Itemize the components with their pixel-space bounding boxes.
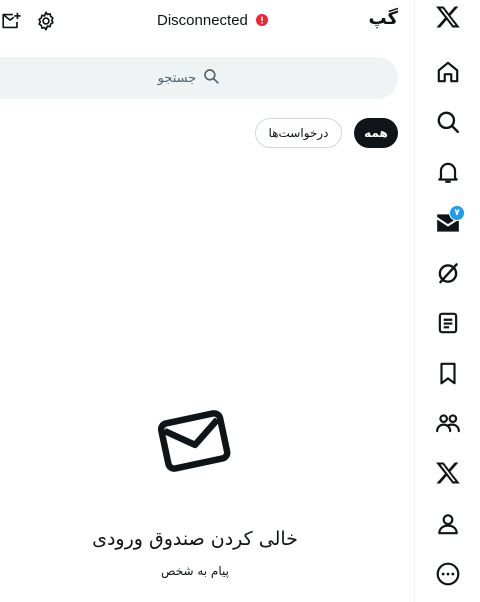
- premium-x-icon[interactable]: [415, 453, 480, 493]
- tab-requests[interactable]: درخواست‌ها: [255, 118, 342, 148]
- connection-status-text: Disconnected: [157, 11, 248, 29]
- search-icon: [202, 67, 220, 89]
- communities-icon[interactable]: [415, 403, 480, 443]
- message-someone-link[interactable]: پیام به شخص: [95, 564, 295, 578]
- alert-icon: [255, 14, 268, 26]
- x-logo-icon[interactable]: [415, 0, 480, 37]
- side-navigation: ۷: [414, 0, 480, 602]
- profile-icon[interactable]: [415, 504, 480, 544]
- home-icon[interactable]: [415, 52, 480, 92]
- search-placeholder: جستجو: [157, 70, 197, 86]
- new-message-icon[interactable]: [0, 10, 22, 32]
- messages-badge: ۷: [449, 205, 465, 221]
- search-nav-icon[interactable]: [415, 102, 480, 142]
- list-icon[interactable]: [415, 303, 480, 343]
- search-input[interactable]: جستجو: [0, 57, 398, 99]
- page-title: گپ: [368, 8, 398, 29]
- connection-status: Disconnected: [157, 9, 268, 31]
- settings-gear-icon[interactable]: [35, 10, 57, 32]
- more-icon[interactable]: [415, 554, 480, 594]
- bookmark-icon[interactable]: [415, 353, 480, 393]
- empty-state-title: خالی کردن صندوق ورودی: [92, 528, 298, 550]
- grok-icon[interactable]: [415, 253, 480, 293]
- tab-all[interactable]: همه: [354, 118, 398, 148]
- bell-icon[interactable]: [415, 152, 480, 192]
- mail-icon[interactable]: ۷: [415, 203, 480, 243]
- empty-inbox-envelope-icon: [155, 405, 233, 475]
